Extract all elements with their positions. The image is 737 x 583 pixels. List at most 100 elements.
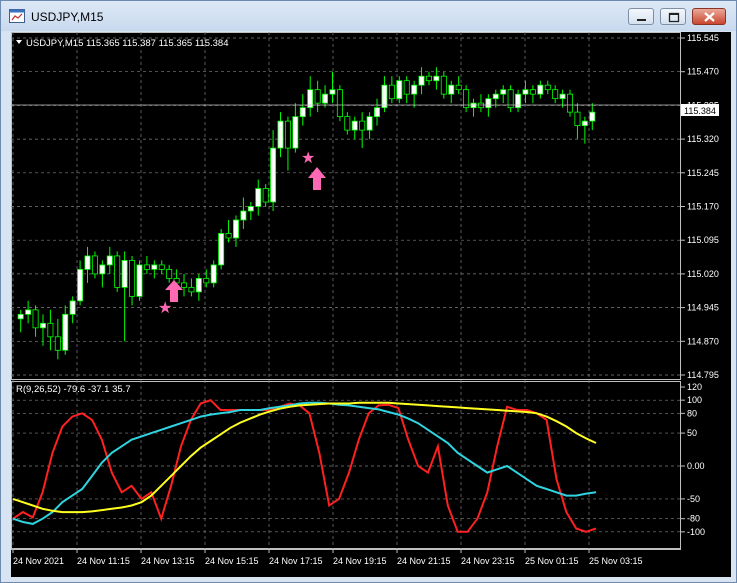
- chart-area[interactable]: 115.545115.470115.395115.320115.245115.1…: [11, 32, 731, 577]
- chart-svg[interactable]: 115.545115.470115.395115.320115.245115.1…: [11, 32, 731, 577]
- candle-body: [262, 188, 269, 203]
- candle-body: [411, 84, 418, 95]
- oscillator-series: [12, 399, 597, 533]
- candle-body: [188, 286, 195, 293]
- candle-body: [158, 264, 165, 270]
- candle-body: [433, 75, 440, 82]
- candle-body: [366, 116, 373, 131]
- time-tick-label: 24 Nov 23:15: [461, 556, 515, 566]
- candle-body: [299, 107, 306, 118]
- candle-body: [544, 84, 551, 91]
- candle-body: [143, 264, 150, 270]
- candle-body: [17, 313, 24, 320]
- indicator-tick-label: 80: [687, 408, 697, 418]
- buy-signal-1: ★: [158, 280, 183, 317]
- candle-body: [77, 269, 84, 302]
- indicator-axis: 120 100 80 50 0.00 -50 -80 -100: [681, 382, 705, 537]
- candle-body: [515, 93, 522, 109]
- candle-body: [62, 313, 69, 351]
- star-icon: ★: [158, 300, 172, 317]
- candle-body: [99, 264, 106, 275]
- candle-body: [485, 98, 492, 109]
- chart-menu-triangle-icon[interactable]: [16, 40, 22, 44]
- indicator-label: R(9,26,52) -79.6 -37.1 35.7: [16, 384, 131, 395]
- indicator-tick-label: 120: [687, 382, 702, 392]
- candle-body: [129, 260, 136, 297]
- price-tick-label: 115.245: [687, 168, 719, 178]
- time-tick-label: 25 Nov 01:15: [525, 556, 579, 566]
- candle-body: [54, 336, 61, 351]
- candle-body: [381, 84, 388, 109]
- price-tick-label: 115.470: [687, 67, 719, 77]
- time-tick-label: 24 Nov 15:15: [205, 556, 259, 566]
- price-tick-label: 115.320: [687, 134, 719, 144]
- candle-body: [574, 111, 581, 127]
- candle-body: [270, 147, 277, 203]
- price-tick-label: 115.020: [687, 269, 719, 279]
- star-icon: ★: [301, 150, 315, 167]
- chart-window: USDJPY,M15 115.545115.470115.395115.3201…: [0, 0, 737, 583]
- candle-body: [552, 89, 559, 100]
- price-tick-label: 115.095: [687, 235, 719, 245]
- close-button[interactable]: [692, 8, 726, 25]
- time-tick-label: 24 Nov 11:15: [77, 556, 130, 566]
- price-tick-label: 114.870: [687, 336, 719, 346]
- candle-body: [47, 322, 54, 338]
- candle-body: [329, 89, 336, 95]
- candle-body: [418, 75, 425, 86]
- candle-body: [69, 300, 76, 315]
- candle-body: [181, 282, 188, 288]
- indicator-tick-label: 100: [687, 395, 702, 405]
- candle-body: [425, 75, 432, 82]
- price-tick-label: 114.795: [687, 370, 719, 380]
- price-header: USDJPY,M15 115.365 115.387 115.365 115.3…: [26, 38, 228, 49]
- time-tick-label: 24 Nov 17:15: [269, 556, 323, 566]
- indicator-tick-label: 0.00: [687, 461, 705, 471]
- candle-body: [121, 260, 128, 288]
- candle-body: [91, 255, 98, 275]
- candle-body: [292, 116, 299, 149]
- price-axis: 115.545115.470115.395115.320115.245115.1…: [681, 33, 719, 380]
- buy-signal-2: ★: [301, 150, 326, 190]
- candle-body: [322, 93, 329, 104]
- up-arrow-icon: [165, 280, 183, 302]
- up-arrow-icon: [308, 167, 326, 190]
- candle-body: [225, 233, 232, 239]
- candle-body: [203, 277, 210, 284]
- candle-series: [17, 67, 596, 360]
- time-axis: 24 Nov 2021 24 Nov 11:15 24 Nov 13:15 24 No…: [12, 549, 643, 566]
- time-tick-label: 25 Nov 03:15: [589, 556, 643, 566]
- candle-body: [114, 255, 121, 288]
- candle-body: [195, 277, 202, 293]
- minimize-icon: [637, 19, 646, 21]
- candle-body: [247, 206, 254, 212]
- time-tick-label: 24 Nov 13:15: [141, 556, 195, 566]
- price-tick-label: 115.545: [687, 33, 719, 43]
- candle-body: [336, 89, 343, 118]
- candle-body: [166, 269, 173, 279]
- candle-body: [84, 255, 91, 270]
- candle-body: [359, 120, 366, 131]
- candle-body: [559, 93, 566, 100]
- indicator-tick-label: -50: [687, 494, 700, 504]
- candle-body: [106, 255, 113, 266]
- candle-body: [210, 264, 217, 284]
- maximize-button[interactable]: [660, 8, 686, 25]
- time-tick-label: 24 Nov 2021: [13, 556, 64, 566]
- indicator-tick-label: -100: [687, 527, 705, 537]
- candle-body: [151, 264, 158, 270]
- minimize-button[interactable]: [628, 8, 654, 25]
- current-price-label: 115.384: [684, 106, 716, 116]
- time-tick-label: 24 Nov 19:15: [333, 556, 387, 566]
- candle-body: [32, 309, 39, 329]
- chart-window-icon: [9, 9, 25, 23]
- candle-body: [500, 89, 507, 95]
- candle-body: [448, 84, 455, 95]
- candle-body: [314, 89, 321, 104]
- candle-body: [581, 120, 588, 127]
- time-tick-label: 24 Nov 21:15: [397, 556, 451, 566]
- candle-body: [218, 233, 225, 266]
- title-bar[interactable]: USDJPY,M15: [1, 1, 736, 31]
- price-tick-label: 114.945: [687, 303, 719, 313]
- price-panel-frame: [11, 32, 681, 380]
